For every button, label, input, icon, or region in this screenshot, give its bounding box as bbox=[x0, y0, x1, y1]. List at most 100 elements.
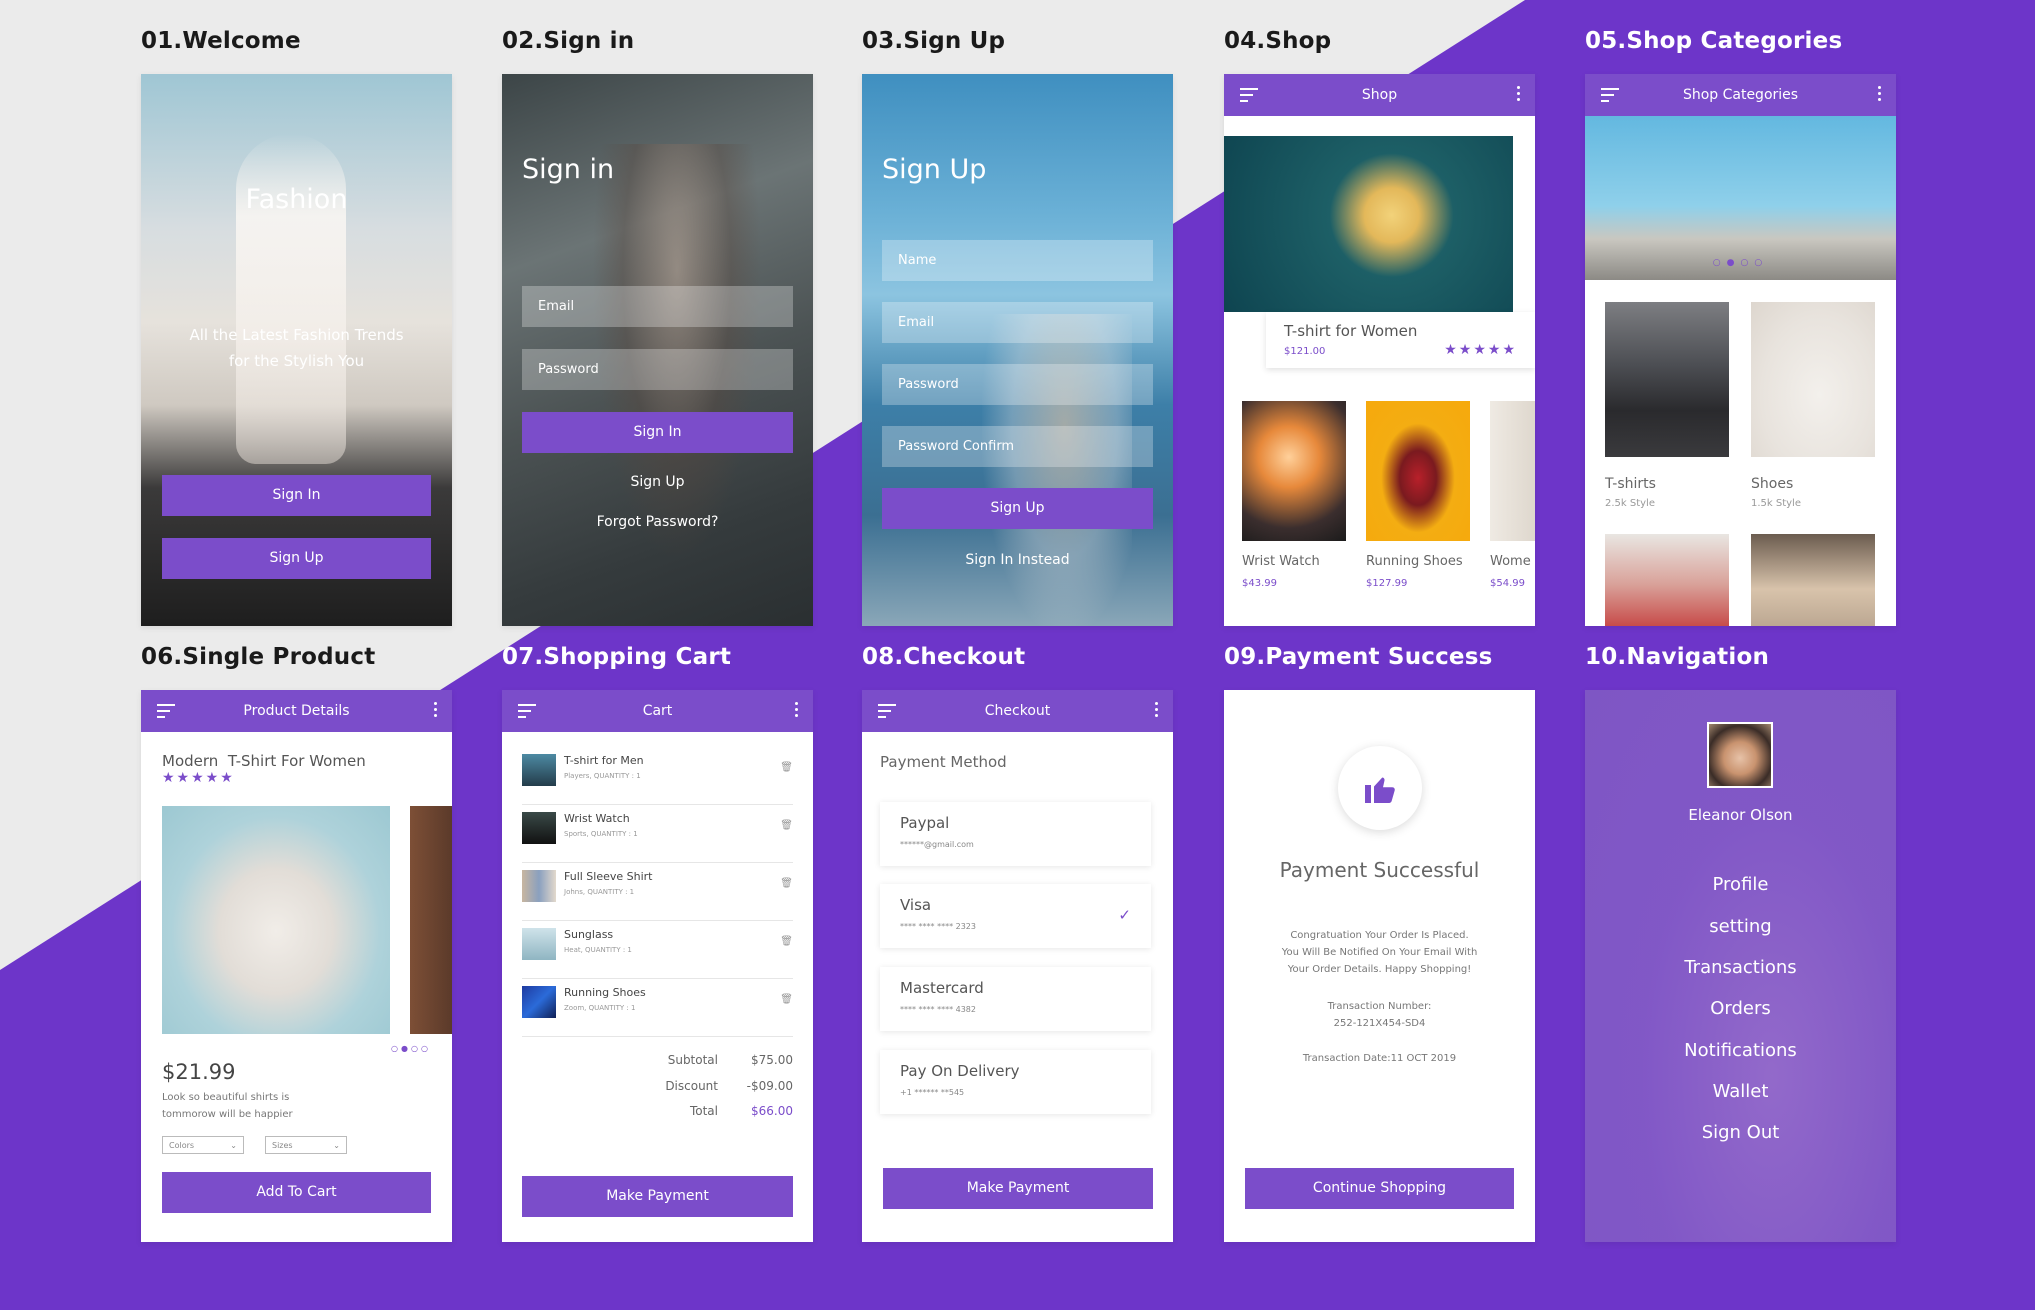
transaction-number-label: Transaction Number: bbox=[1327, 1001, 1432, 1012]
category-image[interactable] bbox=[1605, 302, 1729, 457]
product-name: Wrist Watch bbox=[1242, 554, 1320, 569]
nav-item-sign-out[interactable]: Sign Out bbox=[1585, 1122, 1896, 1143]
sign-in-button[interactable]: Sign In bbox=[522, 412, 793, 453]
cart-item-detail: Sports, QUANTITY : 1 bbox=[564, 830, 638, 838]
featured-product-price: $121.00 bbox=[1284, 346, 1326, 357]
cart-item-detail: Zoom, QUANTITY : 1 bbox=[564, 1004, 636, 1012]
trash-icon[interactable]: 🗑 bbox=[780, 878, 793, 889]
category-name: Shoes bbox=[1751, 476, 1794, 492]
carousel-dots[interactable]: ○●○○ bbox=[1585, 258, 1896, 268]
product-image[interactable] bbox=[1366, 401, 1470, 541]
sign-in-button[interactable]: Sign In bbox=[162, 475, 431, 516]
navigation-screen: Eleanor Olson Profile setting Transactio… bbox=[1585, 690, 1896, 1242]
chevron-down-icon: ⌄ bbox=[333, 1141, 340, 1150]
nav-item-setting[interactable]: setting bbox=[1585, 916, 1896, 937]
category-image[interactable] bbox=[1751, 302, 1875, 457]
payment-option-paypal[interactable]: Paypal ******@gmail.com bbox=[880, 802, 1151, 866]
avatar[interactable] bbox=[1707, 722, 1773, 788]
category-image[interactable] bbox=[1751, 534, 1875, 626]
label-single-product: 06.Single Product bbox=[141, 644, 376, 670]
menu-icon[interactable] bbox=[878, 704, 896, 718]
cart-item-name: Wrist Watch bbox=[564, 812, 630, 825]
payment-success-screen: Payment Successful Congratuation Your Or… bbox=[1224, 690, 1535, 1242]
nav-item-orders[interactable]: Orders bbox=[1585, 998, 1896, 1019]
featured-product-image[interactable] bbox=[1224, 136, 1513, 312]
cart-item[interactable]: Running Shoes Zoom, QUANTITY : 1 🗑 bbox=[522, 978, 793, 1037]
cart-item-image bbox=[522, 870, 556, 902]
forgot-password-link[interactable]: Forgot Password? bbox=[502, 514, 813, 530]
make-payment-button[interactable]: Make Payment bbox=[522, 1176, 793, 1217]
product-image-next[interactable] bbox=[410, 806, 452, 1034]
menu-icon[interactable] bbox=[1240, 88, 1258, 102]
product-image[interactable] bbox=[162, 806, 390, 1034]
more-icon[interactable] bbox=[1517, 86, 1521, 104]
payment-option-pay-on-delivery[interactable]: Pay On Delivery +1 ****** **545 bbox=[880, 1050, 1151, 1114]
cart-item[interactable]: Sunglass Heat, QUANTITY : 1 🗑 bbox=[522, 920, 793, 979]
welcome-title: Fashion bbox=[245, 184, 348, 215]
payment-option-mastercard[interactable]: Mastercard **** **** **** 4382 bbox=[880, 967, 1151, 1031]
category-banner-image[interactable] bbox=[1585, 116, 1896, 280]
trash-icon[interactable]: 🗑 bbox=[780, 762, 793, 773]
user-name: Eleanor Olson bbox=[1688, 806, 1793, 824]
cart-item-name: Running Shoes bbox=[564, 986, 646, 999]
cart-item-name: T-shirt for Men bbox=[564, 754, 644, 767]
password-field[interactable]: Password bbox=[882, 364, 1153, 405]
welcome-screen: Fashion All the Latest Fashion Trends fo… bbox=[141, 74, 452, 626]
more-icon[interactable] bbox=[795, 702, 799, 720]
trash-icon[interactable]: 🗑 bbox=[780, 820, 793, 831]
cart-title: Cart bbox=[642, 703, 673, 719]
payment-option-name: Mastercard bbox=[900, 979, 984, 997]
menu-icon[interactable] bbox=[518, 704, 536, 718]
featured-product-name: T-shirt for Women bbox=[1284, 322, 1418, 340]
nav-item-transactions[interactable]: Transactions bbox=[1585, 957, 1896, 978]
carousel-dots[interactable]: ○●○○ bbox=[391, 1044, 431, 1053]
checkout-app-bar: Checkout bbox=[862, 690, 1173, 732]
product-price: $127.99 bbox=[1366, 578, 1408, 589]
featured-product-card[interactable]: T-shirt for Women $121.00 ★★★★★ bbox=[1266, 312, 1535, 368]
payment-option-visa[interactable]: Visa **** **** **** 2323 ✓ bbox=[880, 884, 1151, 948]
menu-icon[interactable] bbox=[1601, 88, 1619, 102]
more-icon[interactable] bbox=[1878, 86, 1882, 104]
payment-option-detail: **** **** **** 2323 bbox=[900, 922, 976, 931]
menu-icon[interactable] bbox=[157, 704, 175, 718]
payment-method-heading: Payment Method bbox=[880, 753, 1007, 771]
cart-screen: Cart T-shirt for Men Players, QUANTITY :… bbox=[502, 690, 813, 1242]
nav-item-notifications[interactable]: Notifications bbox=[1585, 1040, 1896, 1061]
cart-item-detail: Players, QUANTITY : 1 bbox=[564, 772, 641, 780]
sign-up-link[interactable]: Sign Up bbox=[502, 474, 813, 490]
total-value: $66.00 bbox=[751, 1104, 793, 1118]
cart-item[interactable]: Full Sleeve Shirt Johns, QUANTITY : 1 🗑 bbox=[522, 862, 793, 921]
colors-select[interactable]: Colors ⌄ bbox=[162, 1136, 244, 1154]
cart-item[interactable]: T-shirt for Men Players, QUANTITY : 1 🗑 bbox=[522, 746, 793, 805]
email-field[interactable]: Email bbox=[522, 286, 793, 327]
cart-item[interactable]: Wrist Watch Sports, QUANTITY : 1 🗑 bbox=[522, 804, 793, 863]
sign-in-screen: Sign in Email Password Sign In Sign Up F… bbox=[502, 74, 813, 626]
category-image[interactable] bbox=[1605, 534, 1729, 626]
sign-up-button[interactable]: Sign Up bbox=[882, 488, 1153, 529]
nav-item-wallet[interactable]: Wallet bbox=[1585, 1081, 1896, 1102]
nav-item-profile[interactable]: Profile bbox=[1585, 874, 1896, 895]
product-price: $54.99 bbox=[1490, 578, 1525, 589]
product-image[interactable] bbox=[1490, 401, 1535, 541]
cart-item-image bbox=[522, 986, 556, 1018]
continue-shopping-button[interactable]: Continue Shopping bbox=[1245, 1168, 1514, 1209]
add-to-cart-button[interactable]: Add To Cart bbox=[162, 1172, 431, 1213]
transaction-number: 252-121X454-SD4 bbox=[1333, 1018, 1426, 1029]
success-message-line1: Congratuation Your Order Is Placed. bbox=[1290, 930, 1469, 941]
sign-up-title: Sign Up bbox=[882, 154, 987, 185]
sizes-select[interactable]: Sizes ⌄ bbox=[265, 1136, 347, 1154]
product-image[interactable] bbox=[1242, 401, 1346, 541]
make-payment-button[interactable]: Make Payment bbox=[883, 1168, 1153, 1209]
sign-in-instead-link[interactable]: Sign In Instead bbox=[862, 552, 1173, 568]
name-field[interactable]: Name bbox=[882, 240, 1153, 281]
payment-option-name: Paypal bbox=[900, 814, 950, 832]
payment-option-detail: ******@gmail.com bbox=[900, 840, 974, 849]
trash-icon[interactable]: 🗑 bbox=[780, 994, 793, 1005]
password-confirm-field[interactable]: Password Confirm bbox=[882, 426, 1153, 467]
sign-up-button[interactable]: Sign Up bbox=[162, 538, 431, 579]
more-icon[interactable] bbox=[1155, 702, 1159, 720]
trash-icon[interactable]: 🗑 bbox=[780, 936, 793, 947]
more-icon[interactable] bbox=[434, 702, 438, 720]
password-field[interactable]: Password bbox=[522, 349, 793, 390]
email-field[interactable]: Email bbox=[882, 302, 1153, 343]
